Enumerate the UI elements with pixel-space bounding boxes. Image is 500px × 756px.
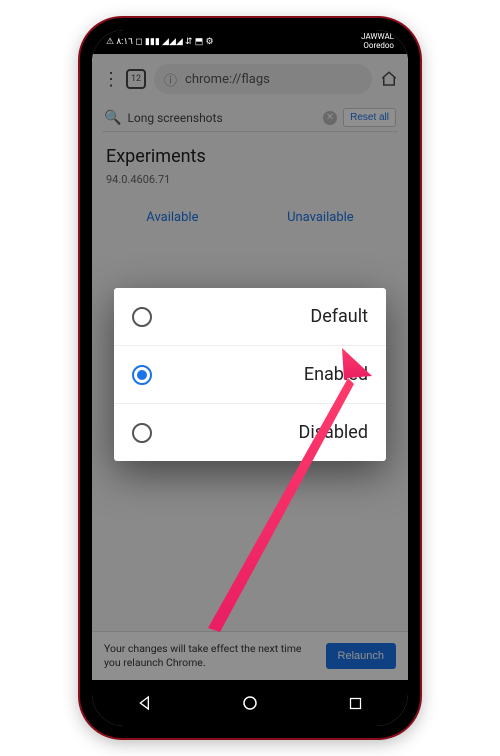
notch: [190, 18, 310, 34]
status-right: JAWWALOoredoo: [361, 33, 394, 51]
radio-icon: [132, 423, 152, 443]
option-enabled[interactable]: Enabled: [114, 345, 386, 403]
menu-icon[interactable]: ⋮: [102, 69, 118, 90]
home-icon[interactable]: [380, 70, 398, 88]
screen: ⚠ ٨:١٦ ◻ ▮▮▮ ◢◢◢ ⇵ ⬒ ⚙ JAWWALOoredoo ⋮ 1…: [92, 30, 408, 726]
radio-icon: [132, 365, 152, 385]
search-input[interactable]: Long screenshots: [127, 111, 317, 125]
page-title: Experiments: [106, 146, 394, 167]
tab-available[interactable]: Available: [146, 210, 198, 225]
option-label: Default: [310, 306, 368, 327]
omnibox[interactable]: ⓘ chrome://flags: [154, 64, 372, 94]
search-icon: 🔍: [104, 110, 121, 126]
home-circle-icon[interactable]: [241, 694, 259, 712]
option-default[interactable]: Default: [114, 288, 386, 345]
version-text: 94.0.4606.71: [106, 173, 394, 186]
option-label: Disabled: [299, 422, 368, 443]
recent-icon[interactable]: [346, 694, 364, 712]
url-text: chrome://flags: [185, 72, 270, 87]
phone-frame: ⚠ ٨:١٦ ◻ ▮▮▮ ◢◢◢ ⇵ ⬒ ⚙ JAWWALOoredoo ⋮ 1…: [80, 18, 420, 738]
reset-all-button[interactable]: Reset all: [343, 108, 396, 127]
option-disabled[interactable]: Disabled: [114, 403, 386, 461]
clear-search-icon[interactable]: ✕: [323, 111, 337, 125]
relaunch-message: Your changes will take effect the next t…: [104, 642, 316, 670]
relaunch-button[interactable]: Relaunch: [326, 643, 396, 669]
info-icon: ⓘ: [164, 70, 177, 89]
search-row: 🔍 Long screenshots ✕ Reset all: [102, 104, 398, 132]
radio-icon: [132, 307, 152, 327]
browser-toolbar: ⋮ 12 ⓘ chrome://flags: [102, 64, 398, 94]
flags-tabs: Available Unavailable: [102, 210, 398, 225]
status-left: ⚠ ٨:١٦ ◻ ▮▮▮ ◢◢◢ ⇵ ⬒ ⚙: [106, 37, 214, 47]
tab-unavailable[interactable]: Unavailable: [287, 210, 354, 225]
flag-option-modal: Default Enabled Disabled: [114, 288, 386, 461]
back-icon[interactable]: [136, 694, 154, 712]
android-nav-bar: [92, 680, 408, 726]
tab-switcher[interactable]: 12: [126, 69, 146, 89]
option-label: Enabled: [304, 364, 368, 385]
relaunch-bar: Your changes will take effect the next t…: [92, 631, 408, 680]
